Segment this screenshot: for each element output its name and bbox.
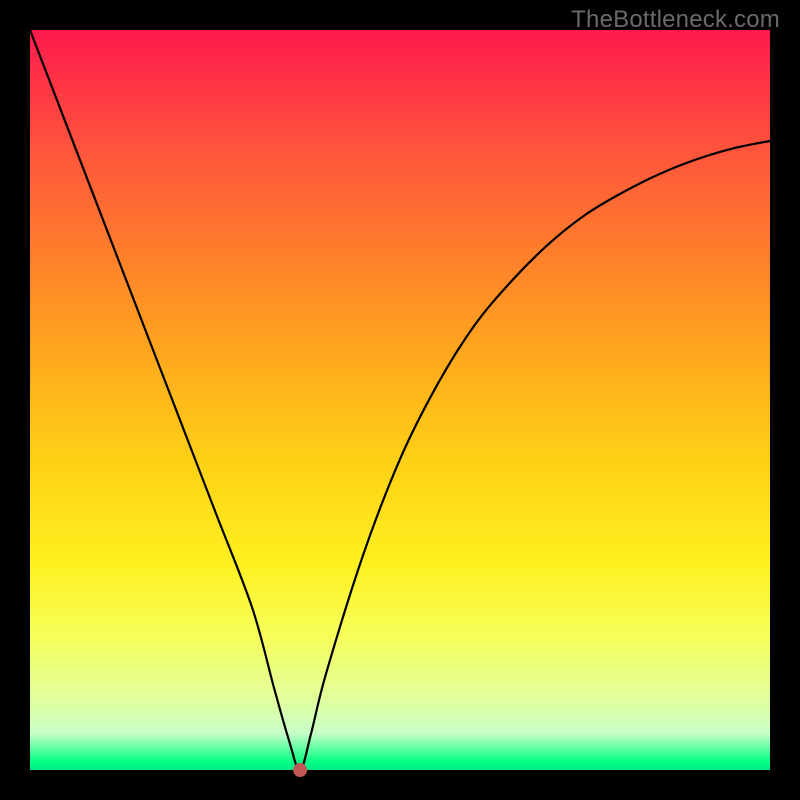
bottleneck-curve [30,30,770,770]
plot-area [30,30,770,770]
min-marker [293,763,307,777]
chart-frame: TheBottleneck.com [0,0,800,800]
curve-path [30,30,770,770]
